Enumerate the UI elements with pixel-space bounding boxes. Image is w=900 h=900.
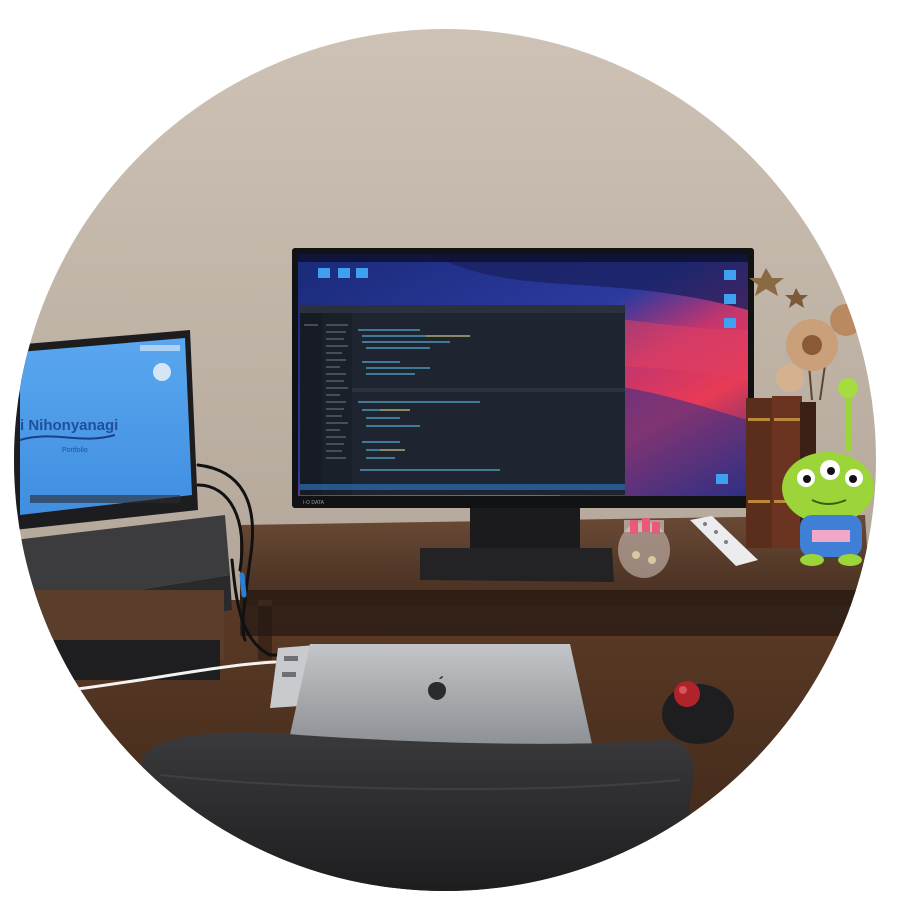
portable-monitor-subtitle: Portfolio — [62, 447, 88, 454]
glass-candy-jar — [618, 518, 670, 578]
code-editor-window — [300, 305, 625, 495]
office-chair — [140, 732, 694, 891]
desk-setup-photo: i Nihonyanagi Portfolio I-O DATA — [14, 29, 876, 891]
monitor-brand: I-O DATA — [303, 500, 325, 506]
left-riser — [14, 515, 232, 680]
scene-svg: i Nihonyanagi Portfolio I-O DATA — [14, 29, 876, 891]
portable-monitor: i Nihonyanagi Portfolio — [14, 330, 198, 530]
portable-monitor-title: i Nihonyanagi — [20, 417, 118, 434]
